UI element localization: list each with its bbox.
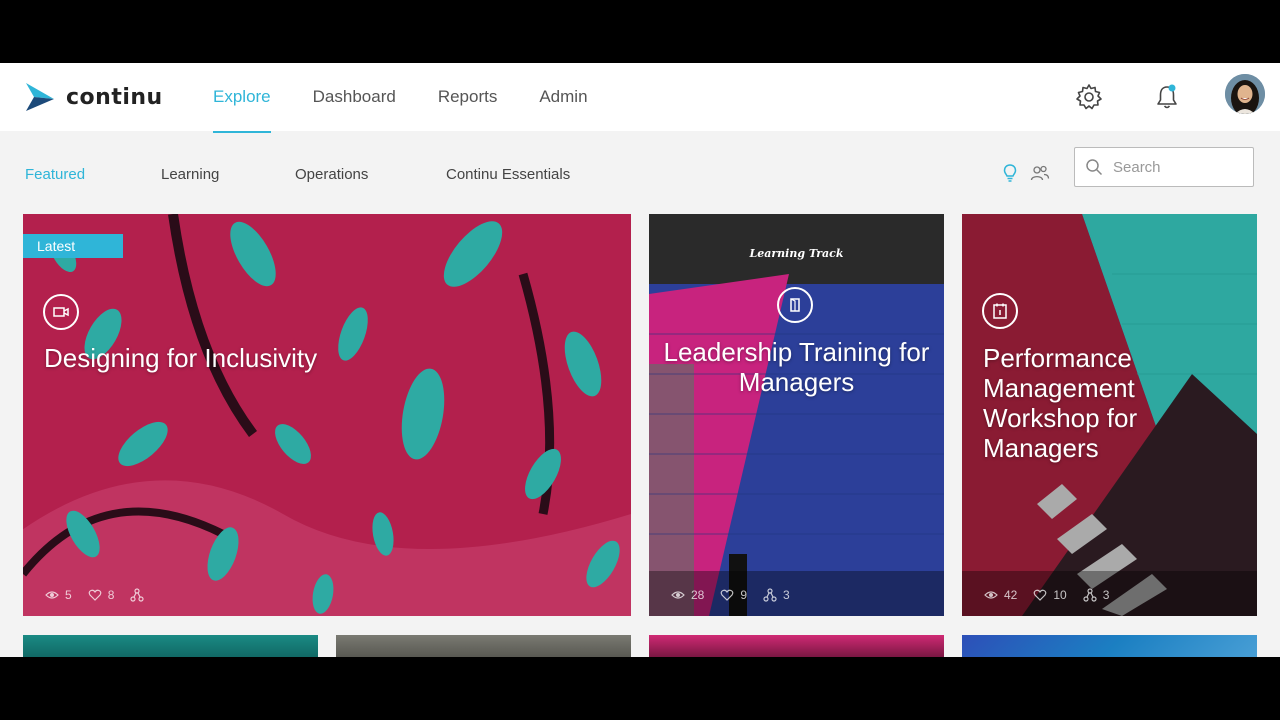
views-stat: 5 <box>45 588 72 602</box>
shares-count: 3 <box>783 588 790 602</box>
content-card-row2-4[interactable] <box>962 635 1257 657</box>
logo-text: continu <box>66 84 163 110</box>
learning-track-label: Learning Track <box>749 247 844 260</box>
search-icon <box>1086 159 1103 176</box>
people-icon[interactable] <box>1030 163 1050 183</box>
tab-featured[interactable]: Featured <box>25 166 161 183</box>
tab-continu-essentials[interactable]: Continu Essentials <box>446 166 570 183</box>
nav-dashboard[interactable]: Dashboard <box>313 63 396 131</box>
search-input[interactable] <box>1113 158 1243 176</box>
letterbox-top <box>0 0 1280 63</box>
shares-stat[interactable]: 3 <box>763 588 790 602</box>
eye-icon <box>45 591 59 599</box>
heart-icon <box>88 589 102 601</box>
letterbox-bottom <box>0 657 1280 720</box>
card-background-art <box>23 214 631 616</box>
likes-count: 9 <box>740 588 748 602</box>
likes-count: 10 <box>1053 588 1067 602</box>
eye-icon <box>671 591 685 599</box>
card-title: Designing for Inclusivity <box>44 343 318 373</box>
gear-icon[interactable] <box>1075 83 1103 111</box>
content-card-leadership-training[interactable]: Learning Track Leadership Training for M… <box>649 214 944 616</box>
share-nodes-icon <box>1083 588 1097 602</box>
shares-stat[interactable]: 3 <box>1083 588 1110 602</box>
share-nodes-icon <box>130 588 144 602</box>
search-box[interactable] <box>1074 147 1254 187</box>
content-card-performance-management[interactable]: Performance Management Workshop for Mana… <box>962 214 1257 616</box>
nav-admin[interactable]: Admin <box>539 63 587 131</box>
likes-stat[interactable]: 10 <box>1033 588 1067 602</box>
content-card-designing-for-inclusivity[interactable]: Latest Designing for Inclusivity 5 8 <box>23 214 631 616</box>
views-count: 5 <box>65 588 72 602</box>
bell-icon[interactable] <box>1153 83 1181 111</box>
share-nodes-icon <box>763 588 777 602</box>
top-header: continu Explore Dashboard Reports Admin <box>0 63 1280 133</box>
card-title: Leadership Training for Managers <box>663 337 930 397</box>
nav-reports[interactable]: Reports <box>438 63 498 131</box>
view-toggle <box>1000 163 1050 183</box>
logo[interactable]: continu <box>24 81 163 113</box>
card-background-art <box>649 214 944 616</box>
card-stats: 5 8 <box>45 588 150 602</box>
tab-learning[interactable]: Learning <box>161 166 295 183</box>
likes-stat[interactable]: 9 <box>720 588 747 602</box>
video-icon <box>43 294 79 330</box>
shares-count: 3 <box>1102 588 1110 602</box>
continu-logo-icon <box>26 83 54 111</box>
likes-count: 8 <box>107 588 115 602</box>
card-stats: 28 9 3 <box>671 588 790 602</box>
latest-badge: Latest <box>23 234 123 258</box>
avatar[interactable] <box>1225 74 1265 114</box>
calendar-icon <box>982 293 1018 329</box>
eye-icon <box>984 591 998 599</box>
likes-stat[interactable]: 8 <box>88 588 115 602</box>
nav-explore[interactable]: Explore <box>213 63 271 133</box>
views-count: 28 <box>691 588 705 602</box>
avatar-image <box>1225 74 1265 114</box>
lightbulb-icon[interactable] <box>1000 163 1020 183</box>
category-tabs: Featured Learning Operations Continu Ess… <box>25 166 570 183</box>
shares-stat[interactable] <box>130 588 150 602</box>
content-card-row2-1[interactable] <box>23 635 318 657</box>
views-stat: 42 <box>984 588 1017 602</box>
heart-icon <box>1033 589 1047 601</box>
main-nav: Explore Dashboard Reports Admin <box>213 63 588 133</box>
content-card-row2-3[interactable] <box>649 635 944 657</box>
card-stats: 42 10 3 <box>984 588 1109 602</box>
views-stat: 28 <box>671 588 704 602</box>
heart-icon <box>720 589 734 601</box>
tab-operations[interactable]: Operations <box>295 166 446 183</box>
views-count: 42 <box>1004 588 1018 602</box>
book-icon <box>777 287 813 323</box>
card-title: Performance Management Workshop for Mana… <box>983 343 1138 463</box>
app-window: continu Explore Dashboard Reports Admin <box>0 63 1280 657</box>
content-card-row2-2[interactable] <box>336 635 631 657</box>
